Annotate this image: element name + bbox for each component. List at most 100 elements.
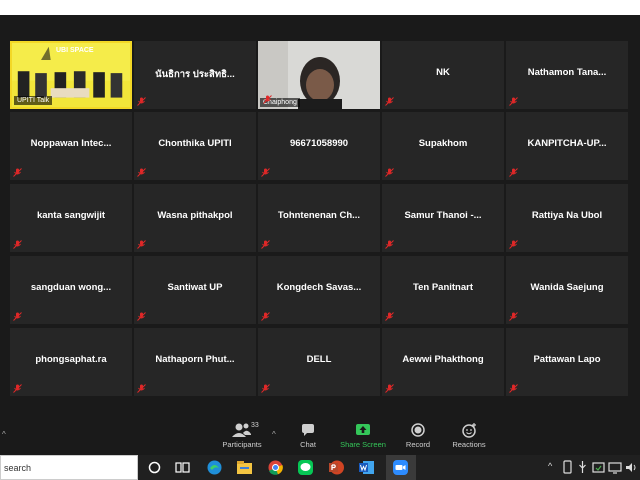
participant-tile[interactable]: Rattiya Na Ubol — [506, 184, 628, 252]
tray-device-icon[interactable] — [561, 460, 574, 475]
mic-muted-icon — [261, 240, 270, 249]
meeting-toolbar: ^ Participants 33 ^ Chat Share Screen Re… — [0, 418, 640, 455]
participant-tile[interactable]: Santiwat UP — [134, 256, 256, 324]
record-label: Record — [405, 440, 431, 449]
participants-chevron-up-icon[interactable]: ^ — [272, 430, 276, 439]
windows-taskbar: search ^ — [0, 455, 640, 480]
participant-name: Wasna pithakpol — [157, 210, 233, 221]
participants-count: 33 — [251, 422, 259, 429]
powerpoint-icon[interactable] — [328, 459, 345, 476]
mic-muted-icon — [509, 97, 518, 106]
top-strip — [0, 0, 640, 15]
participant-name: Wanida Saejung — [530, 282, 604, 293]
cortana-icon[interactable] — [146, 459, 163, 476]
participant-tile[interactable]: UBI SPACE UPITI Talk — [10, 41, 132, 109]
record-button[interactable]: Record — [402, 422, 434, 449]
tray-security-icon[interactable] — [592, 460, 605, 475]
task-view-icon[interactable] — [174, 459, 191, 476]
participant-tile[interactable]: sangduan wong... — [10, 256, 132, 324]
line-icon[interactable] — [297, 459, 314, 476]
participant-tile[interactable]: DELL — [258, 328, 380, 396]
participant-tile[interactable]: Pattawan Lapo — [506, 328, 628, 396]
participants-icon — [232, 423, 251, 437]
taskbar-search-text: search — [4, 463, 32, 473]
participant-name-tag: Chaiphong — [260, 95, 300, 107]
mic-muted-icon — [261, 168, 270, 177]
participant-name: Nathaporn Phut... — [155, 354, 235, 365]
share-screen-icon — [356, 424, 370, 435]
participant-tile[interactable]: 96671058990 — [258, 112, 380, 180]
mic-muted-icon — [137, 168, 146, 177]
mic-muted-icon — [385, 168, 394, 177]
participant-tile[interactable]: kanta sangwijit — [10, 184, 132, 252]
gallery-grid: UBI SPACE UPITI Talk นันธิการ ประสิทธิ... C… — [10, 41, 630, 398]
mic-muted-icon — [509, 168, 518, 177]
participant-tile[interactable]: Nathamon Tana... — [506, 41, 628, 109]
toolbar-chevron-up-icon[interactable]: ^ — [2, 430, 6, 439]
mic-muted-icon — [13, 240, 22, 249]
participant-tile[interactable]: Ten Panitnart — [382, 256, 504, 324]
chrome-icon[interactable] — [267, 459, 284, 476]
share-screen-button[interactable]: Share Screen — [338, 422, 388, 449]
chat-button[interactable]: Chat — [294, 422, 322, 449]
participant-name: phongsaphat.ra — [35, 354, 107, 365]
mic-muted-icon — [385, 312, 394, 321]
participant-tile[interactable]: Kongdech Savas... — [258, 256, 380, 324]
participant-tile[interactable]: KANPITCHA-UP... — [506, 112, 628, 180]
participant-name: UPITI Talk — [17, 97, 50, 104]
participant-tile[interactable]: Aewwi Phakthong — [382, 328, 504, 396]
participant-tile[interactable]: Tohntenenan Ch... — [258, 184, 380, 252]
mic-muted-icon — [385, 240, 394, 249]
participant-tile[interactable]: Wasna pithakpol — [134, 184, 256, 252]
word-icon[interactable] — [358, 459, 375, 476]
participant-tile[interactable]: NK — [382, 41, 504, 109]
participant-tile[interactable]: phongsaphat.ra — [10, 328, 132, 396]
mic-muted-icon — [509, 312, 518, 321]
participant-tile[interactable]: Chonthika UPITI — [134, 112, 256, 180]
participant-tile[interactable]: Samur Thanoi -... — [382, 184, 504, 252]
chat-icon — [302, 424, 314, 436]
participant-name: Supakhom — [418, 138, 468, 149]
mic-muted-icon — [385, 97, 394, 106]
tray-volume-icon[interactable] — [624, 460, 638, 475]
participant-name: Chonthika UPITI — [158, 138, 232, 149]
participant-name: 96671058990 — [289, 138, 349, 149]
tray-usb-icon[interactable] — [576, 460, 589, 475]
participant-name: นันธิการ ประสิทธิ... — [155, 69, 235, 80]
participant-name-tag: UPITI Talk — [14, 96, 53, 105]
mic-muted-icon — [13, 384, 22, 393]
mic-muted-icon — [137, 240, 146, 249]
participant-tile[interactable]: Wanida Saejung — [506, 256, 628, 324]
reactions-label: Reactions — [452, 440, 486, 449]
reactions-button[interactable]: Reactions — [450, 422, 488, 449]
participant-name: DELL — [306, 354, 332, 365]
mic-muted-icon — [261, 312, 270, 321]
stage-banner-text: UBI SPACE — [56, 47, 94, 54]
participant-name: Rattiya Na Ubol — [531, 210, 603, 221]
tray-chevron-up-icon[interactable]: ^ — [548, 461, 552, 471]
participant-name: Samur Thanoi -... — [404, 210, 482, 221]
edge-icon[interactable] — [206, 459, 223, 476]
participants-button[interactable]: Participants 33 — [219, 422, 265, 449]
taskbar-search-box[interactable]: search — [0, 455, 138, 480]
participant-name: Kongdech Savas... — [276, 282, 362, 293]
participants-label: Participants — [222, 440, 262, 449]
participant-name: Tohntenenan Ch... — [277, 210, 361, 221]
participant-tile[interactable]: Chaiphong — [258, 41, 380, 109]
file-explorer-icon[interactable] — [236, 459, 253, 476]
participant-tile[interactable]: Supakhom — [382, 112, 504, 180]
zoom-icon[interactable] — [392, 459, 409, 476]
mic-muted-icon — [137, 97, 146, 106]
mic-muted-icon — [13, 168, 22, 177]
participant-tile[interactable]: นันธิการ ประสิทธิ... — [134, 41, 256, 109]
mic-muted-icon — [261, 384, 270, 393]
participant-name: Nathamon Tana... — [527, 67, 607, 78]
mic-muted-icon — [137, 312, 146, 321]
participant-name: Noppawan Intec... — [30, 138, 112, 149]
chat-label: Chat — [300, 440, 316, 449]
tray-network-icon[interactable] — [608, 460, 622, 475]
participant-name: NK — [436, 67, 450, 78]
participant-name: sangduan wong... — [30, 282, 112, 293]
participant-tile[interactable]: Nathaporn Phut... — [134, 328, 256, 396]
participant-tile[interactable]: Noppawan Intec... — [10, 112, 132, 180]
